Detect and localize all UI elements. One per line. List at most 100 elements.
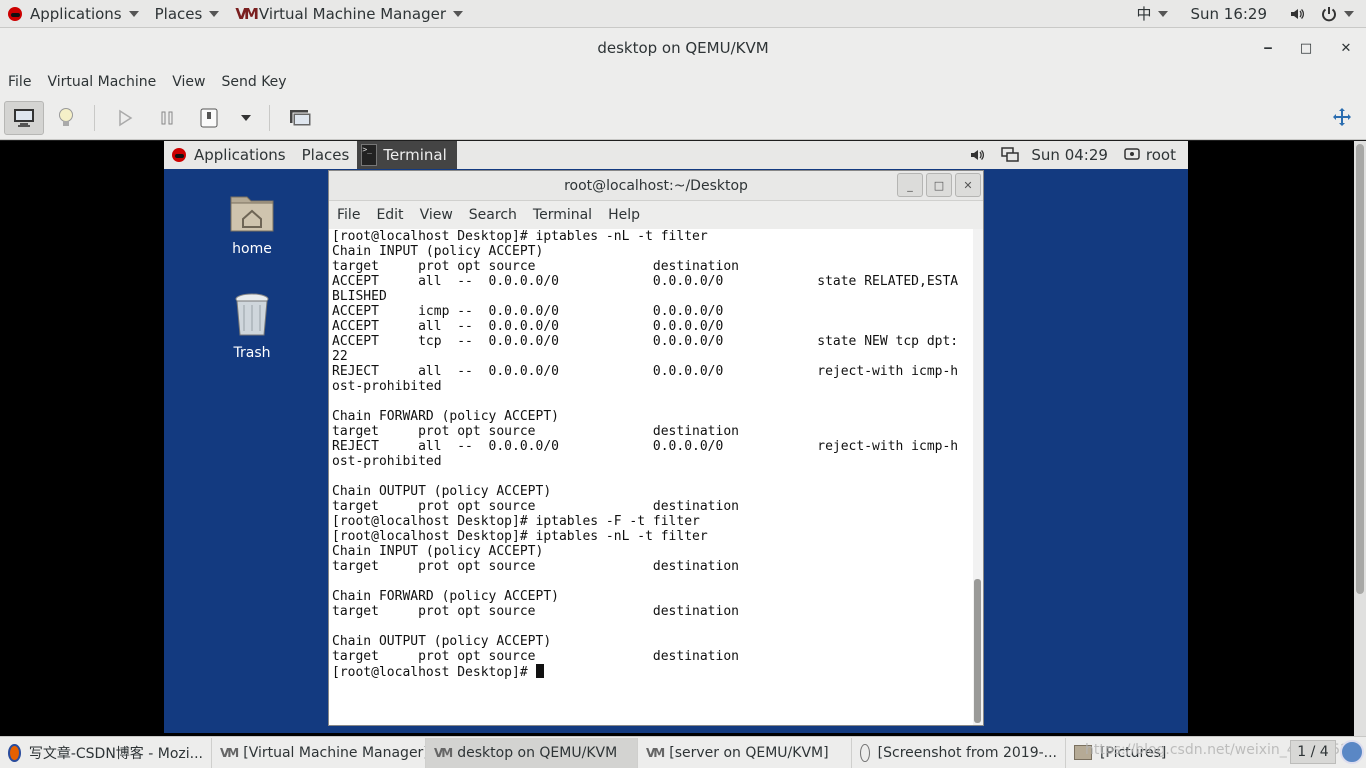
terminal-menu-file[interactable]: File [329, 201, 368, 229]
guest-user-label: root [1145, 146, 1176, 164]
terminal-line: ACCEPT all -- 0.0.0.0/0 0.0.0.0/0 [332, 319, 724, 334]
terminal-menu-terminal[interactable]: Terminal [525, 201, 600, 229]
toolbar [0, 96, 1366, 140]
host-app-menu-label: Virtual Machine Manager [258, 4, 446, 23]
terminal-line: target prot opt source destination [332, 499, 739, 514]
terminal-close-button[interactable]: ✕ [955, 173, 981, 197]
terminal-title-bar[interactable]: root@localhost:~/Desktop [329, 171, 983, 201]
taskbar-item-label: [Virtual Machine Manager] [243, 744, 426, 761]
taskbar-item-desktop-vm[interactable]: VM desktop on QEMU/KVM [426, 737, 638, 768]
notification-icon[interactable] [1340, 740, 1364, 764]
menu-view[interactable]: View [164, 68, 213, 96]
input-method-indicator[interactable]: 中 [1128, 0, 1176, 28]
terminal-prompt-line: [root@localhost Desktop]# [332, 664, 974, 680]
display-scrollbar-thumb[interactable] [1356, 144, 1364, 594]
terminal-menu-view[interactable]: View [412, 201, 461, 229]
guest-places-menu[interactable]: Places [294, 141, 358, 169]
guest-terminal-taskitem[interactable]: >_ Terminal [357, 141, 457, 169]
host-top-bar: Applications Places VM Virtual Machine M… [0, 0, 1366, 28]
terminal-line: REJECT all -- 0.0.0.0/0 0.0.0.0/0 reject… [332, 439, 959, 454]
terminal-line: target prot opt source destination [332, 604, 739, 619]
guest-applications-menu[interactable]: Applications [164, 141, 294, 169]
guest-volume-icon[interactable] [961, 141, 993, 169]
terminal-line: ost-prohibited [332, 379, 442, 394]
toolbar-separator [94, 104, 95, 131]
guest-terminal-tab-label: Terminal [383, 146, 447, 164]
input-method-label: 中 [1136, 5, 1152, 23]
trash-icon [235, 293, 269, 336]
terminal-line: ACCEPT tcp -- 0.0.0.0/0 0.0.0.0/0 state … [332, 334, 959, 349]
window-title-bar[interactable]: desktop on QEMU/KVM [0, 28, 1366, 68]
guest-network-icon[interactable] [993, 141, 1023, 169]
terminal-maximize-button[interactable]: □ [926, 173, 952, 197]
host-places-menu[interactable]: Places [147, 0, 228, 28]
menu-file[interactable]: File [0, 68, 39, 96]
guest-user-menu[interactable]: root [1116, 141, 1188, 169]
desktop-icon-home[interactable]: home [212, 191, 292, 257]
host-app-menu[interactable]: VM Virtual Machine Manager [227, 0, 471, 28]
desktop-icon-trash[interactable]: Trash [212, 291, 292, 361]
host-applications-menu[interactable]: Applications [0, 0, 147, 28]
workspace-pager[interactable]: 1 / 4 [1290, 740, 1336, 764]
play-icon [119, 109, 133, 126]
window-title: desktop on QEMU/KVM [597, 39, 769, 57]
taskbar-item-firefox[interactable]: 写文章-CSDN博客 - Mozi... [0, 737, 212, 768]
taskbar-item-vmm[interactable]: VM [Virtual Machine Manager] [212, 737, 426, 768]
host-applications-label: Applications [30, 4, 122, 23]
menu-send-key[interactable]: Send Key [213, 68, 294, 96]
terminal-line: Chain OUTPUT (policy ACCEPT) [332, 634, 552, 649]
host-clock[interactable]: Sun 16:29 [1176, 0, 1281, 28]
monitor-icon [14, 108, 34, 127]
terminal-line: target prot opt source destination [332, 649, 739, 664]
details-button[interactable] [46, 101, 86, 135]
power-icon [1322, 6, 1336, 21]
window-minimize-button[interactable]: ‒ [1250, 28, 1286, 68]
lightbulb-icon [59, 107, 73, 126]
terminal-menu-bar: File Edit View Search Terminal Help [329, 201, 983, 229]
terminal-output[interactable]: [root@localhost Desktop]# iptables -nL -… [331, 229, 974, 725]
window-close-button[interactable]: ✕ [1328, 28, 1364, 68]
taskbar-item-server-vm[interactable]: VM [server on QEMU/KVM] [638, 737, 852, 768]
terminal-line: Chain INPUT (policy ACCEPT) [332, 244, 544, 259]
snapshots-button[interactable] [280, 101, 320, 135]
terminal-scrollbar-thumb[interactable] [974, 579, 981, 723]
power-menu[interactable] [1313, 0, 1366, 28]
desktop-icon-trash-label: Trash [233, 345, 271, 361]
guest-desktop[interactable]: Applications Places >_ Terminal Sun 04:2… [164, 141, 1188, 733]
console-button[interactable] [4, 100, 44, 135]
pause-button[interactable] [147, 101, 187, 135]
terminal-menu-search[interactable]: Search [461, 201, 525, 229]
terminal-menu-edit[interactable]: Edit [368, 201, 411, 229]
run-button[interactable] [105, 101, 145, 135]
shutdown-button[interactable] [189, 101, 229, 135]
fullscreen-button[interactable] [1322, 101, 1362, 135]
taskbar-item-label: desktop on QEMU/KVM [457, 744, 618, 761]
shutdown-dropdown[interactable] [231, 101, 261, 135]
taskbar-item-screenshot[interactable]: [Screenshot from 2019-... [852, 737, 1066, 768]
terminal-window[interactable]: root@localhost:~/Desktop _ □ ✕ File Edit… [328, 170, 984, 726]
terminal-line: [root@localhost Desktop]# iptables -nL -… [332, 529, 708, 544]
terminal-line: BLISHED [332, 289, 387, 304]
terminal-line: REJECT all -- 0.0.0.0/0 0.0.0.0/0 reject… [332, 364, 959, 379]
terminal-line: Chain INPUT (policy ACCEPT) [332, 544, 544, 559]
taskbar-item-label: [Screenshot from 2019-... [877, 744, 1057, 761]
image-viewer-icon [860, 743, 870, 762]
volume-icon[interactable] [1281, 0, 1313, 28]
snapshot-icon [290, 109, 311, 126]
terminal-minimize-button[interactable]: _ [897, 173, 923, 197]
terminal-line: target prot opt source destination [332, 259, 739, 274]
menu-virtual-machine[interactable]: Virtual Machine [39, 68, 164, 96]
shutdown-icon [200, 108, 218, 127]
window-maximize-button[interactable]: □ [1288, 28, 1324, 68]
redhat-logo-icon [8, 6, 22, 21]
terminal-app-icon: >_ [361, 144, 378, 166]
vmm-icon: VM [220, 745, 239, 760]
guest-clock[interactable]: Sun 04:29 [1023, 141, 1116, 169]
menu-bar: File Virtual Machine View Send Key [0, 68, 1366, 96]
terminal-line: ost-prohibited [332, 454, 442, 469]
fullscreen-icon [1333, 107, 1351, 126]
terminal-menu-help[interactable]: Help [600, 201, 648, 229]
taskbar-item-label: 写文章-CSDN博客 - Mozi... [28, 745, 203, 762]
